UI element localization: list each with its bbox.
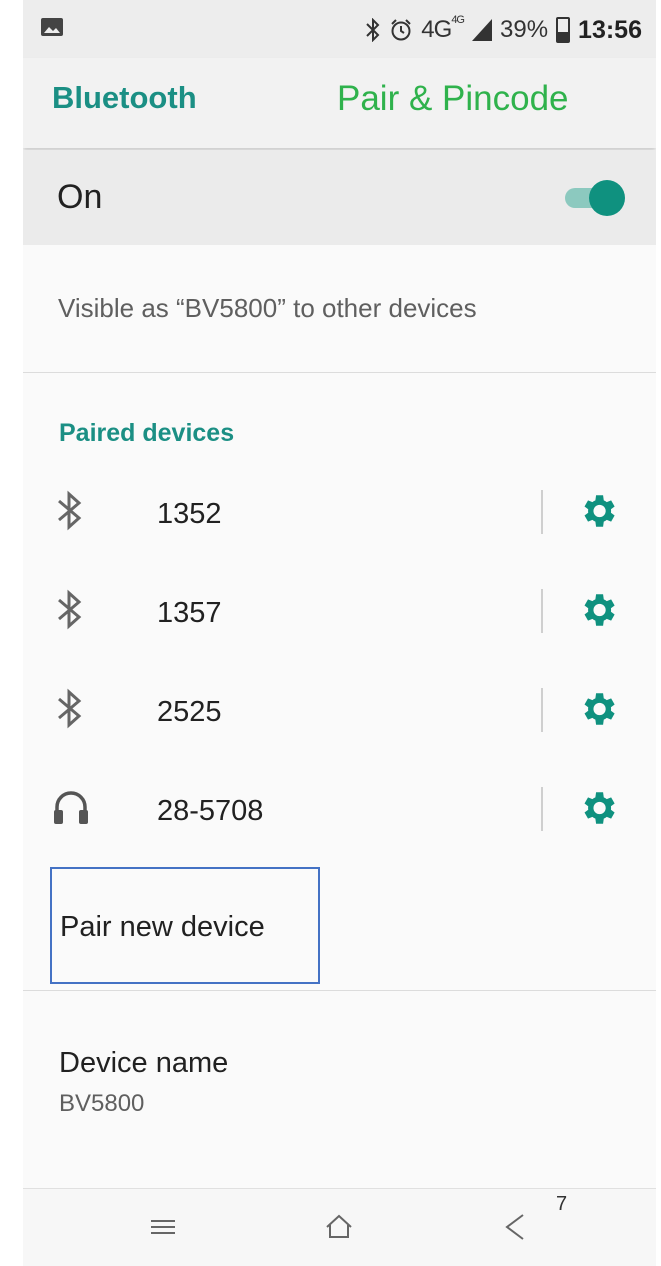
android-screen: 4G4G 39% 13:56 Bluetooth Pair & Pincode … — [23, 0, 656, 1266]
status-bar: 4G4G 39% 13:56 — [23, 0, 656, 58]
device-name: 28-5708 — [157, 795, 264, 827]
switch-label: On — [57, 178, 103, 216]
divider — [23, 990, 656, 991]
gear-icon[interactable] — [577, 589, 619, 631]
page-title: Bluetooth — [52, 80, 197, 115]
device-name-value: BV5800 — [59, 1090, 145, 1117]
network-type: 4G4G — [421, 14, 465, 43]
separator — [541, 688, 543, 732]
signal-icon — [472, 19, 492, 41]
gear-icon[interactable] — [577, 490, 619, 532]
visibility-text: Visible as “BV5800” to other devices — [58, 293, 477, 323]
gear-icon[interactable] — [577, 688, 619, 730]
separator — [541, 490, 543, 534]
paired-device-row[interactable]: 28-5708 — [23, 767, 656, 865]
paired-device-row[interactable]: 2525 — [23, 668, 656, 766]
gear-icon[interactable] — [577, 787, 619, 829]
paired-devices-header: Paired devices — [59, 419, 235, 447]
battery-icon — [556, 17, 571, 43]
device-name: 2525 — [157, 696, 222, 728]
bluetooth-icon — [58, 490, 82, 531]
pair-new-device-button[interactable]: Pair new device — [50, 867, 320, 984]
headset-icon — [54, 791, 88, 824]
menu-icon[interactable] — [143, 1209, 183, 1245]
device-name-title: Device name — [59, 1047, 229, 1079]
battery-percent: 39% — [500, 16, 549, 43]
status-icons: 4G4G 39% 13:56 — [365, 14, 642, 46]
bluetooth-icon — [58, 589, 82, 630]
separator — [541, 589, 543, 633]
back-icon[interactable] — [495, 1209, 535, 1245]
overlay-caption: Pair & Pincode — [337, 79, 569, 118]
pair-new-device-label: Pair new device — [60, 911, 265, 943]
home-icon[interactable] — [319, 1209, 359, 1245]
image-icon — [41, 18, 63, 36]
page-number: 7 — [556, 1193, 568, 1215]
navigation-bar: 7 — [23, 1188, 656, 1266]
bluetooth-toggle[interactable] — [563, 180, 625, 216]
paired-device-row[interactable]: 1357 — [23, 569, 656, 667]
clock: 13:56 — [578, 15, 642, 44]
device-name: 1357 — [157, 597, 222, 629]
separator — [541, 787, 543, 831]
bluetooth-master-switch-row[interactable]: On — [23, 150, 656, 245]
app-bar: Bluetooth Pair & Pincode — [23, 58, 656, 148]
bluetooth-icon — [366, 18, 380, 42]
device-name: 1352 — [157, 498, 222, 530]
bluetooth-icon — [58, 688, 82, 729]
divider — [23, 372, 656, 373]
paired-device-row[interactable]: 1352 — [23, 470, 656, 568]
alarm-icon — [391, 19, 412, 41]
